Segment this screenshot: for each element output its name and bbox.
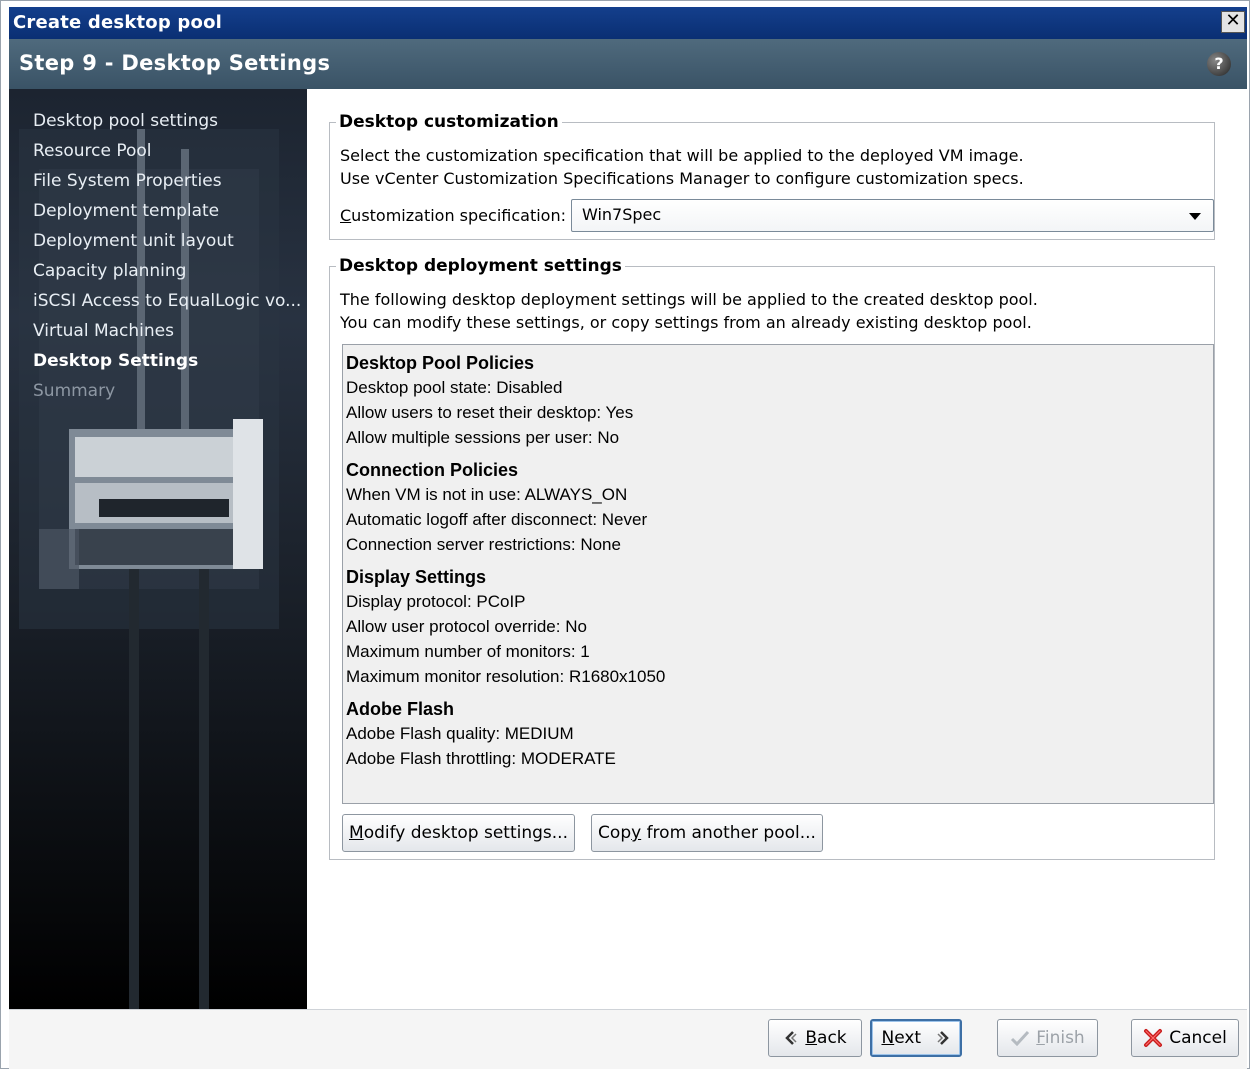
modify-desktop-settings-button[interactable]: Modify desktop settings...: [342, 814, 575, 852]
title-bar: Create desktop pool ✕: [9, 7, 1247, 39]
setting-line: Connection server restrictions: None: [346, 535, 621, 554]
sidebar-item-deployment-unit-layout[interactable]: Deployment unit layout: [33, 231, 301, 261]
next-button[interactable]: Next: [870, 1019, 962, 1057]
window-title: Create desktop pool: [13, 12, 223, 33]
step-header: Step 9 - Desktop Settings ?: [9, 39, 1247, 89]
step-title: Step 9 - Desktop Settings: [19, 51, 331, 75]
wizard-steps: Desktop pool settings Resource Pool File…: [33, 111, 301, 411]
section-title: Connection Policies: [346, 460, 519, 480]
sidebar-item-iscsi-access[interactable]: iSCSI Access to EqualLogic vo...: [33, 291, 301, 321]
section-title: Display Settings: [346, 567, 487, 587]
setting-line: Allow users to reset their desktop: Yes: [346, 403, 634, 422]
sidebar-item-capacity-planning[interactable]: Capacity planning: [33, 261, 301, 291]
close-button[interactable]: ✕: [1221, 11, 1245, 33]
customization-desc-line2: Use vCenter Customization Specifications…: [340, 169, 1024, 188]
setting-line: Automatic logoff after disconnect: Never: [346, 510, 648, 529]
check-icon: [1011, 1030, 1030, 1046]
sidebar-item-virtual-machines[interactable]: Virtual Machines: [33, 321, 301, 351]
customization-spec-label-rest: ustomization specification:: [351, 206, 566, 225]
setting-line: Maximum monitor resolution: R1680x1050: [346, 667, 666, 686]
setting-line: Adobe Flash quality: MEDIUM: [346, 724, 574, 743]
red-x-icon: [1144, 1029, 1163, 1047]
chevron-down-icon: [1189, 213, 1201, 220]
setting-line: Allow multiple sessions per user: No: [346, 428, 620, 447]
customization-spec-select[interactable]: Win7Spec: [571, 199, 1214, 232]
settings-summary-content: Desktop Pool Policies Desktop pool state…: [346, 351, 665, 771]
sidebar-item-deployment-template[interactable]: Deployment template: [33, 201, 301, 231]
setting-line: Maximum number of monitors: 1: [346, 642, 590, 661]
customization-description: Select the customization specification t…: [340, 144, 1024, 190]
section-title: Desktop Pool Policies: [346, 353, 535, 373]
customization-spec-accel: C: [340, 206, 352, 225]
setting-line: Adobe Flash throttling: MODERATE: [346, 749, 616, 768]
sidebar-item-file-system-properties[interactable]: File System Properties: [33, 171, 301, 201]
wizard-sidebar: Desktop pool settings Resource Pool File…: [9, 89, 307, 1009]
setting-line: Display protocol: PCoIP: [346, 592, 526, 611]
sidebar-item-summary: Summary: [33, 381, 116, 401]
setting-line: Allow user protocol override: No: [346, 617, 587, 636]
deployment-desc-line1: The following desktop deployment setting…: [340, 290, 1038, 309]
copy-from-another-pool-button[interactable]: Copy from another pool...: [591, 814, 823, 852]
deployment-desc-line2: You can modify these settings, or copy s…: [340, 313, 1032, 332]
help-icon[interactable]: ?: [1207, 52, 1231, 76]
wizard-footer: Back Next Finish Cancel: [9, 1009, 1247, 1069]
customization-desc-line1: Select the customization specification t…: [340, 146, 1024, 165]
customization-spec-label: Customization specification:: [340, 206, 566, 225]
chevron-right-icon: [936, 1031, 949, 1045]
deployment-settings-summary: Desktop Pool Policies Desktop pool state…: [342, 344, 1214, 804]
desktop-deployment-legend: Desktop deployment settings: [336, 256, 625, 276]
desktop-deployment-settings-group: Desktop deployment settings The followin…: [329, 256, 1215, 860]
deployment-description: The following desktop deployment setting…: [340, 288, 1038, 334]
customization-spec-value: Win7Spec: [582, 205, 662, 224]
sidebar-item-desktop-pool-settings[interactable]: Desktop pool settings: [33, 111, 301, 141]
close-icon: ✕: [1225, 10, 1241, 31]
finish-button: Finish: [997, 1019, 1098, 1057]
cancel-button[interactable]: Cancel: [1131, 1019, 1239, 1057]
wizard-content: Desktop customization Select the customi…: [307, 89, 1247, 1009]
setting-line: Desktop pool state: Disabled: [346, 378, 563, 397]
create-desktop-pool-dialog: Create desktop pool ✕ Step 9 - Desktop S…: [0, 0, 1250, 1069]
chevron-left-icon: [785, 1031, 797, 1045]
sidebar-item-desktop-settings[interactable]: Desktop Settings: [33, 351, 301, 381]
desktop-customization-legend: Desktop customization: [336, 112, 562, 132]
setting-line: When VM is not in use: ALWAYS_ON: [346, 485, 628, 504]
back-button[interactable]: Back: [768, 1019, 862, 1057]
sidebar-item-resource-pool[interactable]: Resource Pool: [33, 141, 301, 171]
desktop-customization-group: Desktop customization Select the customi…: [329, 112, 1215, 240]
section-title: Adobe Flash: [346, 699, 455, 719]
